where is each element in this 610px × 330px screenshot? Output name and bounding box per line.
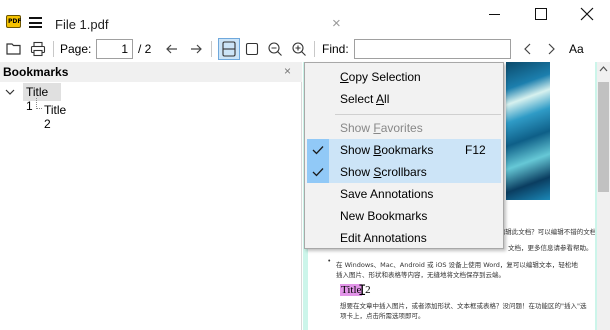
document-text: 想要在文章中插入图片，或者添加形状、文本框或表格？没问题！在功能区的"插入"选: [340, 302, 587, 310]
minimize-button[interactable]: [472, 0, 518, 30]
menu-item-shortcut: F12: [465, 143, 486, 157]
checkmark-icon: [307, 139, 329, 161]
menu-item-new-bookmarks[interactable]: New Bookmarks: [307, 205, 501, 227]
context-menu: Copy Selection Select All Show Favorites…: [304, 62, 504, 249]
menu-item-label: Select All: [340, 92, 390, 106]
hamburger-menu-icon[interactable]: [29, 17, 42, 28]
arrow-left-icon[interactable]: [163, 40, 181, 58]
menu-separator: [335, 114, 501, 115]
find-input[interactable]: [354, 39, 511, 59]
page-number-input[interactable]: [96, 39, 133, 59]
close-icon: [580, 7, 594, 21]
document-text: 在 Windows、Mac、Android 或 iOS 设备上使用 Word，复…: [336, 261, 578, 269]
menu-item-label: Show Bookmarks: [340, 143, 434, 157]
menu-item-label: Show Scrollbars: [340, 165, 427, 179]
bullet-icon: •: [328, 258, 331, 265]
title-bar: File 1.pdf ×: [0, 0, 610, 36]
menu-item-show-bookmarks[interactable]: Show Bookmarks F12: [307, 139, 501, 161]
fit-page-icon[interactable]: [243, 40, 261, 58]
zoom-in-icon[interactable]: [290, 40, 308, 58]
menu-item-label: Edit Annotations: [340, 231, 427, 245]
scroll-up-icon[interactable]: [599, 66, 608, 72]
arrow-right-icon[interactable]: [187, 40, 205, 58]
bookmark-label[interactable]: Title 2: [44, 103, 66, 131]
pdf-app-icon[interactable]: [6, 15, 21, 28]
toolbar-separator: [211, 41, 212, 57]
toolbar: Page: / 2 Find: Aa: [0, 36, 610, 62]
tab-title: File 1.pdf: [55, 17, 109, 32]
document-text: 文档，更多信息请参看帮助。: [508, 244, 593, 252]
tab-close-icon[interactable]: ×: [332, 15, 341, 32]
menu-item-label: Copy Selection: [340, 70, 421, 84]
sidebar-header: Bookmarks ×: [0, 62, 302, 82]
document-tab[interactable]: File 1.pdf ×: [47, 10, 351, 36]
bookmark-label[interactable]: Title 1: [23, 83, 61, 113]
bookmarks-sidebar: Bookmarks × Title 1 Title 2: [0, 62, 302, 330]
maximize-button[interactable]: [518, 0, 564, 30]
menu-item-label: Save Annotations: [340, 187, 434, 201]
toolbar-separator: [53, 41, 54, 57]
sidebar-title: Bookmarks: [3, 65, 69, 79]
fit-width-button[interactable]: [218, 38, 240, 60]
page-label: Page:: [60, 42, 92, 56]
match-case-button[interactable]: Aa: [569, 42, 584, 56]
text-cursor-icon: I: [358, 283, 367, 299]
menu-item-show-favorites[interactable]: Show Favorites: [307, 117, 501, 139]
menu-item-save-annotations[interactable]: Save Annotations: [307, 183, 501, 205]
vertical-scrollbar[interactable]: [597, 62, 610, 330]
menu-item-copy-selection[interactable]: Copy Selection: [307, 66, 501, 88]
document-image: [506, 62, 550, 200]
page-total: / 2: [138, 42, 152, 56]
menu-item-select-all[interactable]: Select All: [307, 88, 501, 110]
zoom-out-icon[interactable]: [266, 40, 284, 58]
find-label: Find:: [322, 42, 349, 56]
chevron-left-icon[interactable]: [519, 40, 537, 58]
fit-width-icon: [222, 41, 236, 57]
chevron-down-icon[interactable]: [4, 86, 16, 98]
chevron-right-icon[interactable]: [542, 40, 560, 58]
menu-item-label: New Bookmarks: [340, 209, 428, 223]
menu-item-show-scrollbars[interactable]: Show Scrollbars: [307, 161, 501, 183]
document-text: 项卡上，点击所需选项即可。: [340, 312, 425, 320]
folder-open-icon[interactable]: [5, 40, 23, 58]
menu-item-label: Show Favorites: [340, 121, 423, 135]
menu-item-edit-annotations[interactable]: Edit Annotations: [307, 227, 501, 249]
close-window-button[interactable]: [564, 0, 610, 30]
printer-icon[interactable]: [29, 40, 47, 58]
document-text: 插入图片、形状和表格等内容，无缝地将文档保存到云端。: [336, 271, 505, 279]
scrollbar-thumb[interactable]: [598, 82, 609, 192]
checkmark-icon: [307, 161, 329, 183]
toolbar-separator: [314, 41, 315, 57]
tree-connector: [36, 98, 42, 109]
sidebar-close-icon[interactable]: ×: [284, 64, 291, 78]
